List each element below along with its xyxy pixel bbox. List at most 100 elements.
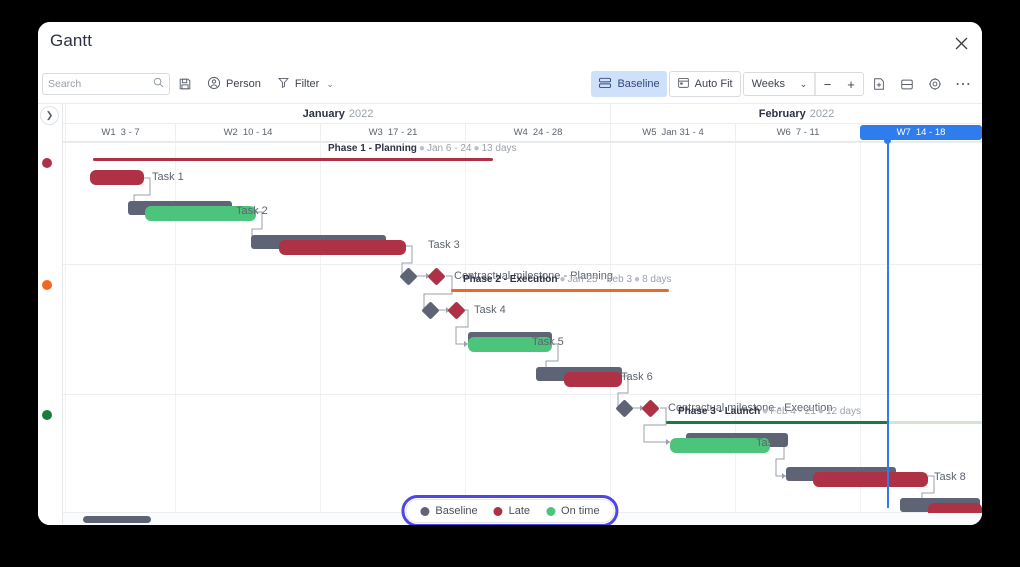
month-name: January bbox=[303, 108, 345, 120]
legend-label: Late bbox=[509, 505, 530, 517]
bullet: ● bbox=[557, 274, 567, 285]
phase-summary-label-execution: Phase 2 - Execution●Jan 25 - Feb 3●8 day… bbox=[463, 274, 672, 285]
week-header-w1[interactable]: W1 3 - 7 bbox=[65, 124, 175, 141]
zoom-level-label[interactable]: Weeks bbox=[744, 73, 793, 95]
task-bar-7[interactable] bbox=[670, 438, 770, 453]
legend-item-on-time[interactable]: On time bbox=[546, 505, 600, 517]
search-icon[interactable] bbox=[153, 75, 164, 93]
legend-dot-icon bbox=[546, 507, 555, 516]
today-line bbox=[887, 142, 889, 508]
save-icon[interactable] bbox=[172, 71, 198, 97]
gridline bbox=[465, 142, 466, 525]
phase-name: Phase 2 - Execution bbox=[463, 274, 557, 285]
zoom-level-chevron-down-icon[interactable]: ⌄ bbox=[793, 73, 815, 95]
person-icon bbox=[207, 76, 221, 93]
milestone-baseline-planning[interactable] bbox=[399, 267, 417, 285]
phase-dot-launch[interactable] bbox=[42, 410, 52, 420]
week-range: 7 - 11 bbox=[796, 127, 820, 138]
month-header-january: January2022 bbox=[65, 104, 610, 124]
person-label: Person bbox=[226, 78, 261, 90]
milestone-baseline-execution[interactable] bbox=[615, 399, 633, 417]
legend-label: On time bbox=[561, 505, 600, 517]
zoom-in-button[interactable]: + bbox=[839, 73, 863, 95]
title-bar: Gantt bbox=[38, 22, 982, 64]
task-bar-8[interactable] bbox=[813, 472, 928, 487]
calendar-icon bbox=[677, 76, 690, 92]
phase-bar-launch[interactable] bbox=[666, 421, 888, 424]
legend-dot-icon bbox=[420, 507, 429, 516]
task-label-7: Task 7 bbox=[756, 437, 788, 449]
week-header-w6[interactable]: W67 - 11 bbox=[735, 124, 860, 141]
task-bar-1[interactable] bbox=[90, 170, 144, 185]
baseline-toggle-button[interactable]: Baseline bbox=[591, 71, 666, 97]
phase-bar-planning[interactable] bbox=[93, 158, 493, 161]
task-bar-6[interactable] bbox=[564, 372, 622, 387]
zoom-level-group: Weeks ⌄ − + bbox=[743, 72, 864, 96]
toolbar-right-group: Baseline Auto Fit Weeks ⌄ − bbox=[591, 64, 976, 104]
week-number: W5 bbox=[642, 127, 656, 138]
week-header-w2[interactable]: W210 - 14 bbox=[175, 124, 320, 141]
zoom-out-button[interactable]: − bbox=[815, 73, 839, 95]
toolbar-left-group: Person Filter ⌄ bbox=[42, 64, 341, 104]
gridline bbox=[65, 142, 66, 525]
chevron-down-icon[interactable]: ⌄ bbox=[324, 79, 334, 90]
filter-label: Filter bbox=[295, 78, 319, 90]
phase-dot-planning[interactable] bbox=[42, 158, 52, 168]
filter-button[interactable]: Filter ⌄ bbox=[270, 71, 341, 97]
week-range: 17 - 21 bbox=[388, 127, 418, 138]
phase-dates: Jan 6 - 24 bbox=[427, 143, 471, 154]
task-milestone-4[interactable] bbox=[447, 301, 465, 319]
search-box[interactable] bbox=[42, 73, 170, 95]
phase-dates: Feb 4 - 21 bbox=[770, 406, 816, 417]
task-bar-3[interactable] bbox=[279, 240, 406, 255]
expand-panel-button[interactable]: ❯ bbox=[40, 106, 59, 125]
phase-dot-execution[interactable] bbox=[42, 280, 52, 290]
legend-item-baseline[interactable]: Baseline bbox=[420, 505, 477, 517]
legend[interactable]: Baseline Late On time bbox=[405, 499, 614, 523]
gridline bbox=[735, 142, 736, 525]
screen: Gantt bbox=[0, 0, 1020, 567]
bullet: ● bbox=[760, 406, 770, 417]
export-icon[interactable] bbox=[866, 71, 892, 97]
task-label-6: Task 6 bbox=[621, 371, 653, 383]
split-view-icon[interactable] bbox=[894, 71, 920, 97]
bullet: ● bbox=[632, 274, 642, 285]
auto-fit-button[interactable]: Auto Fit bbox=[669, 71, 741, 97]
week-number: W4 bbox=[514, 127, 528, 138]
scrollbar-thumb[interactable] bbox=[83, 516, 151, 523]
legend-item-late[interactable]: Late bbox=[494, 505, 530, 517]
phase-bar-execution[interactable] bbox=[451, 289, 669, 292]
more-icon[interactable]: ⋯ bbox=[950, 71, 976, 97]
week-range: 3 - 7 bbox=[121, 127, 140, 138]
gridline bbox=[320, 142, 321, 525]
week-header-row: W1 3 - 7 W210 - 14W317 - 21W424 - 28W5Jan … bbox=[38, 124, 982, 142]
month-year: 2022 bbox=[810, 108, 834, 120]
week-header-w4[interactable]: W424 - 28 bbox=[465, 124, 610, 141]
week-number: W1 bbox=[101, 127, 115, 138]
week-header-w3[interactable]: W317 - 21 bbox=[320, 124, 465, 141]
person-button[interactable]: Person bbox=[200, 71, 268, 97]
week-range: 10 - 14 bbox=[243, 127, 273, 138]
task-label-2: Task 2 bbox=[236, 205, 268, 217]
phase-duration: 8 days bbox=[642, 274, 671, 285]
gridline bbox=[175, 142, 176, 525]
legend-container: Baseline Late On time bbox=[405, 499, 614, 523]
week-header-w5[interactable]: W5Jan 31 - 4 bbox=[610, 124, 735, 141]
auto-fit-label: Auto Fit bbox=[695, 78, 733, 90]
phase-summary-label-planning: Phase 1 - Planning●Jan 6 - 24●13 days bbox=[328, 143, 517, 154]
gridline bbox=[610, 142, 611, 525]
week-header-w7[interactable]: W714 - 18 bbox=[860, 125, 982, 140]
baseline-icon bbox=[598, 77, 612, 92]
milestone-execution[interactable] bbox=[641, 399, 659, 417]
task-label-1: Task 1 bbox=[152, 171, 184, 183]
milestone-planning[interactable] bbox=[427, 267, 445, 285]
search-input[interactable] bbox=[48, 78, 153, 90]
milestone-baseline-4[interactable] bbox=[421, 301, 439, 319]
month-header-row: January2022February2022 bbox=[38, 104, 982, 124]
row-divider bbox=[38, 394, 982, 395]
bullet: ● bbox=[471, 143, 481, 154]
gear-icon[interactable] bbox=[922, 71, 948, 97]
week-number: W7 bbox=[897, 127, 911, 138]
close-icon[interactable] bbox=[950, 32, 972, 54]
month-cells: January2022February2022 bbox=[38, 104, 982, 124]
